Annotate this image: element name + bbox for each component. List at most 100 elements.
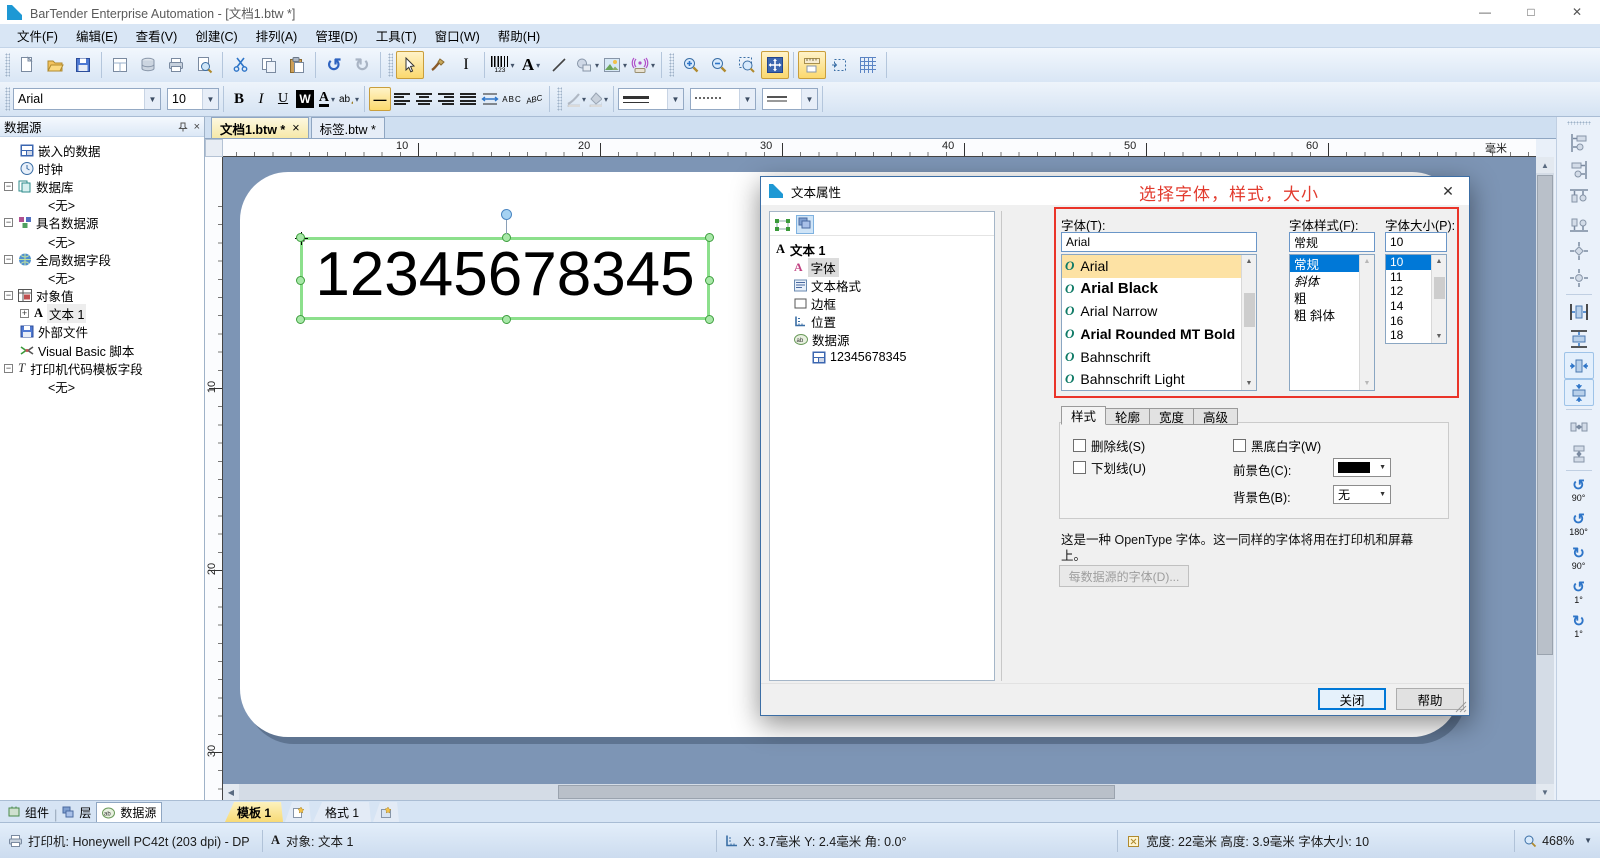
template-tab-1[interactable]: 模板 1 — [225, 802, 283, 822]
checkbox-icon[interactable] — [1233, 439, 1246, 452]
scroll-left-arrow[interactable]: ◀ — [223, 784, 239, 800]
tree-item-printer-code[interactable]: T 打印机代码模板字段 — [0, 359, 204, 377]
checkbox-icon[interactable] — [1073, 461, 1086, 474]
horizontal-scrollbar[interactable]: ◀ — [223, 784, 1536, 800]
rotate-1-cw-button[interactable]: ↻1° — [1572, 610, 1585, 644]
selection-mode-icon[interactable] — [774, 218, 792, 232]
fit-to-window-button[interactable] — [761, 51, 789, 79]
panel-close-icon[interactable]: × — [194, 121, 200, 133]
resize-handle-n[interactable] — [502, 233, 511, 242]
collapse-icon[interactable] — [4, 218, 13, 227]
single-line-button[interactable]: — — [369, 87, 391, 111]
tab-width[interactable]: 宽度 — [1149, 408, 1194, 425]
resize-handle-ne[interactable] — [705, 233, 714, 242]
rotation-handle[interactable] — [501, 209, 512, 220]
center-vertical-template-button[interactable] — [1564, 325, 1594, 352]
format-painter-button[interactable] — [424, 51, 452, 79]
ibeam-tool-button[interactable]: I — [452, 51, 480, 79]
resize-handle-s[interactable] — [502, 315, 511, 324]
database-setup-button[interactable] — [134, 51, 162, 79]
scroll-up-arrow[interactable]: ▲ — [1536, 157, 1554, 173]
center-horizontal-template-button[interactable] — [1564, 298, 1594, 325]
tree-item-external-file[interactable]: 外部文件 — [0, 323, 204, 341]
style-list-item[interactable]: 粗 斜体 — [1290, 306, 1361, 323]
underline-checkbox[interactable]: 下划线(U) — [1073, 458, 1146, 477]
menu-edit[interactable]: 编辑(E) — [67, 23, 127, 48]
resize-handle-e[interactable] — [705, 276, 714, 285]
tree-item-position[interactable]: 位置 — [770, 312, 994, 330]
tree-item-global-fields[interactable]: 全局数据字段 — [0, 250, 204, 268]
menu-arrange[interactable]: 排列(A) — [247, 23, 307, 48]
tab-outline[interactable]: 轮廓 — [1105, 408, 1150, 425]
align-left-objects-button[interactable] — [1564, 129, 1594, 156]
copy-button[interactable] — [255, 51, 283, 79]
resize-handle-sw[interactable] — [296, 315, 305, 324]
font-style-list[interactable]: 常规 斜体 粗 粗 斜体 ▲ ▼ — [1289, 254, 1375, 391]
underline-button[interactable]: U — [272, 87, 294, 111]
close-button[interactable]: ✕ — [1554, 0, 1600, 24]
font-style-input[interactable]: 常规 — [1289, 232, 1375, 252]
page-setup-button[interactable] — [106, 51, 134, 79]
rotate-90-ccw-button[interactable]: ↺90° — [1572, 474, 1586, 508]
rotate-1-ccw-button[interactable]: ↺1° — [1572, 576, 1585, 610]
dialog-resize-grip[interactable] — [1455, 701, 1467, 713]
character-spacing-button[interactable]: ABC — [501, 87, 523, 111]
new-template-button[interactable] — [285, 802, 311, 822]
align-right-objects-button[interactable] — [1564, 156, 1594, 183]
select-pointer-button[interactable] — [396, 51, 424, 79]
image-tool-button[interactable] — [601, 51, 629, 79]
per-datasource-font-button[interactable]: 每数据源的字体(D)... — [1059, 565, 1189, 587]
scroll-down-arrow[interactable]: ▼ — [1246, 380, 1253, 387]
center-in-template-horizontal-button[interactable] — [1564, 352, 1594, 379]
font-list-item[interactable]: Arial Rounded MT Bold — [1062, 323, 1241, 346]
scroll-down-arrow[interactable]: ▼ — [1436, 333, 1443, 340]
tree-item-font[interactable]: A 字体 — [770, 258, 994, 276]
align-bottom-objects-button[interactable] — [1564, 210, 1594, 237]
status-printer[interactable]: 打印机: Honeywell PC42t (203 dpi) - DP — [0, 823, 262, 858]
collapse-icon[interactable] — [4, 182, 13, 191]
scroll-up-arrow[interactable]: ▲ — [1364, 258, 1371, 265]
center-in-template-vertical-button[interactable] — [1564, 379, 1594, 406]
size-list-item[interactable]: 12 — [1386, 284, 1432, 299]
size-list-item[interactable]: 10 — [1386, 255, 1432, 270]
shape-tool-button[interactable] — [573, 51, 601, 79]
size-list-item[interactable]: 18 — [1386, 328, 1432, 343]
open-button[interactable] — [41, 51, 69, 79]
tree-root-text1[interactable]: A 文本 1 — [770, 240, 994, 258]
font-list-item[interactable]: Arial Narrow — [1062, 300, 1241, 323]
tree-item-object-values[interactable]: 对象值 — [0, 287, 204, 305]
resize-handle-se[interactable] — [705, 315, 714, 324]
selected-text-object[interactable]: 12345678345 — [300, 237, 710, 320]
dialog-help-button[interactable]: 帮助 — [1396, 688, 1464, 710]
barcode-tool-button[interactable]: 123 — [489, 51, 517, 79]
tree-item-none[interactable]: <无> — [0, 232, 204, 250]
tree-item-clock[interactable]: 时钟 — [0, 159, 204, 177]
dialog-splitter[interactable] — [1001, 211, 1002, 681]
font-size-combo[interactable]: 10▼ — [167, 88, 219, 110]
font-list-item[interactable]: Bahnschrift Light — [1062, 368, 1241, 391]
line-thickness-combo[interactable]: ▼ — [618, 88, 684, 110]
font-name-combo[interactable]: Arial▼ — [13, 88, 161, 110]
object-boundaries-button[interactable] — [826, 51, 854, 79]
collapse-icon[interactable] — [4, 291, 13, 300]
align-center-button[interactable] — [413, 87, 435, 111]
size-list-item[interactable]: 14 — [1386, 299, 1432, 314]
toggle-grid-button[interactable] — [854, 51, 882, 79]
justify-button[interactable] — [457, 87, 479, 111]
scroll-down-arrow[interactable]: ▼ — [1364, 380, 1371, 387]
tab-style[interactable]: 样式 — [1061, 406, 1106, 425]
toggle-rulers-button[interactable] — [798, 51, 826, 79]
zoom-in-button[interactable] — [677, 51, 705, 79]
size-list-item[interactable]: 11 — [1386, 270, 1432, 285]
rotate-text-button[interactable]: ABC — [523, 87, 545, 111]
horizontal-scroll-thumb[interactable] — [558, 785, 1115, 799]
inverse-checkbox[interactable]: 黑底白字(W) — [1233, 436, 1321, 455]
dialog-title-bar[interactable]: 文本属性 ✕ — [761, 177, 1469, 205]
new-document-button[interactable] — [13, 51, 41, 79]
size-list-scrollbar[interactable]: ▲ ▼ — [1431, 255, 1446, 343]
rotate-180-button[interactable]: ↺180° — [1569, 508, 1588, 542]
style-list-item[interactable]: 常规 — [1290, 255, 1361, 272]
menu-help[interactable]: 帮助(H) — [489, 23, 549, 48]
align-left-button[interactable] — [391, 87, 413, 111]
tree-item-text1[interactable]: A 文本 1 — [0, 305, 204, 323]
